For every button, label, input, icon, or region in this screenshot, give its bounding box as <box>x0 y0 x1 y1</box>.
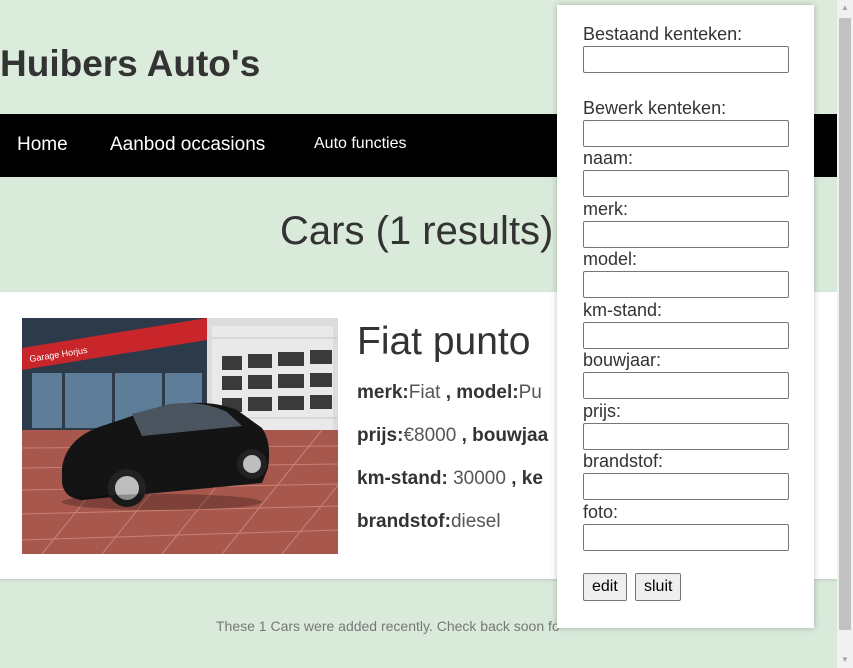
footer-text: These 1 Cars were added recently. Check … <box>216 618 560 634</box>
label-brandstof: brandstof: <box>357 511 451 532</box>
km-stand-input[interactable] <box>583 322 789 349</box>
site-title: Huibers Auto's <box>0 43 261 84</box>
value-brandstof: diesel <box>450 511 501 532</box>
label-merk: merk: <box>357 382 409 403</box>
scroll-down-arrow-icon[interactable]: ▼ <box>837 652 853 668</box>
label-bestaand-kenteken: Bestaand kenteken: <box>583 24 743 44</box>
page-scrollbar[interactable]: ▲ ▼ <box>837 0 853 668</box>
separator: , <box>505 468 522 489</box>
nav-home[interactable]: Home <box>17 134 68 156</box>
separator: , <box>456 425 473 446</box>
separator: , <box>440 382 457 403</box>
car-line-km-kenteken: km-stand: 30000 , ke <box>357 468 543 490</box>
label-prijs: prijs: <box>583 401 622 421</box>
value-model: Pu <box>518 382 542 403</box>
car-photo-image: Garage Horjus <box>22 318 338 554</box>
scroll-thumb[interactable] <box>839 18 851 630</box>
merk-input[interactable] <box>583 221 789 248</box>
label-bouwjaar: bouwjaar: <box>583 350 662 370</box>
label-km-stand: km-stand: <box>583 300 663 320</box>
results-heading: Cars (1 results) <box>280 209 554 253</box>
brandstof-input[interactable] <box>583 473 789 500</box>
label-naam: naam: <box>583 148 634 168</box>
edit-button[interactable]: edit <box>583 573 627 601</box>
nav-aanbod-occasions[interactable]: Aanbod occasions <box>110 134 265 156</box>
value-merk: Fiat <box>408 382 441 403</box>
value-prijs: €8000 <box>403 425 457 446</box>
label-prijs: prijs: <box>357 425 404 446</box>
bewerk-kenteken-input[interactable] <box>583 120 789 147</box>
label-km-stand: km-stand: <box>357 468 448 489</box>
bestaand-kenteken-input[interactable] <box>583 46 789 73</box>
label-merk: merk: <box>583 199 628 219</box>
label-model: model: <box>583 249 638 269</box>
foto-input[interactable] <box>583 524 789 551</box>
naam-input[interactable] <box>583 170 789 197</box>
label-bewerk-kenteken: Bewerk kenteken: <box>583 98 727 118</box>
bouwjaar-input[interactable] <box>583 372 789 399</box>
nav-auto-functies[interactable]: Auto functies <box>314 135 407 153</box>
label-bouwjaar: bouwjaa <box>472 425 549 446</box>
model-input[interactable] <box>583 271 789 298</box>
car-line-merk-model: merk:Fiat , model:Pu <box>357 382 542 404</box>
car-name: Fiat punto <box>357 320 531 363</box>
label-foto: foto: <box>583 502 619 522</box>
label-model: model: <box>456 382 519 403</box>
car-line-brandstof: brandstof:diesel <box>357 511 501 533</box>
scroll-up-arrow-icon[interactable]: ▲ <box>837 0 853 16</box>
car-line-prijs-bouwjaar: prijs:€8000 , bouwjaa <box>357 425 548 447</box>
car-photo[interactable]: Garage Horjus <box>22 318 338 554</box>
edit-car-panel: Bestaand kenteken: Bewerk kenteken: naam… <box>557 5 814 628</box>
label-brandstof: brandstof: <box>583 451 664 471</box>
sluit-button[interactable]: sluit <box>635 573 682 601</box>
prijs-input[interactable] <box>583 423 789 450</box>
label-kenteken: ke <box>521 468 543 489</box>
value-km-stand: 30000 <box>453 468 506 489</box>
